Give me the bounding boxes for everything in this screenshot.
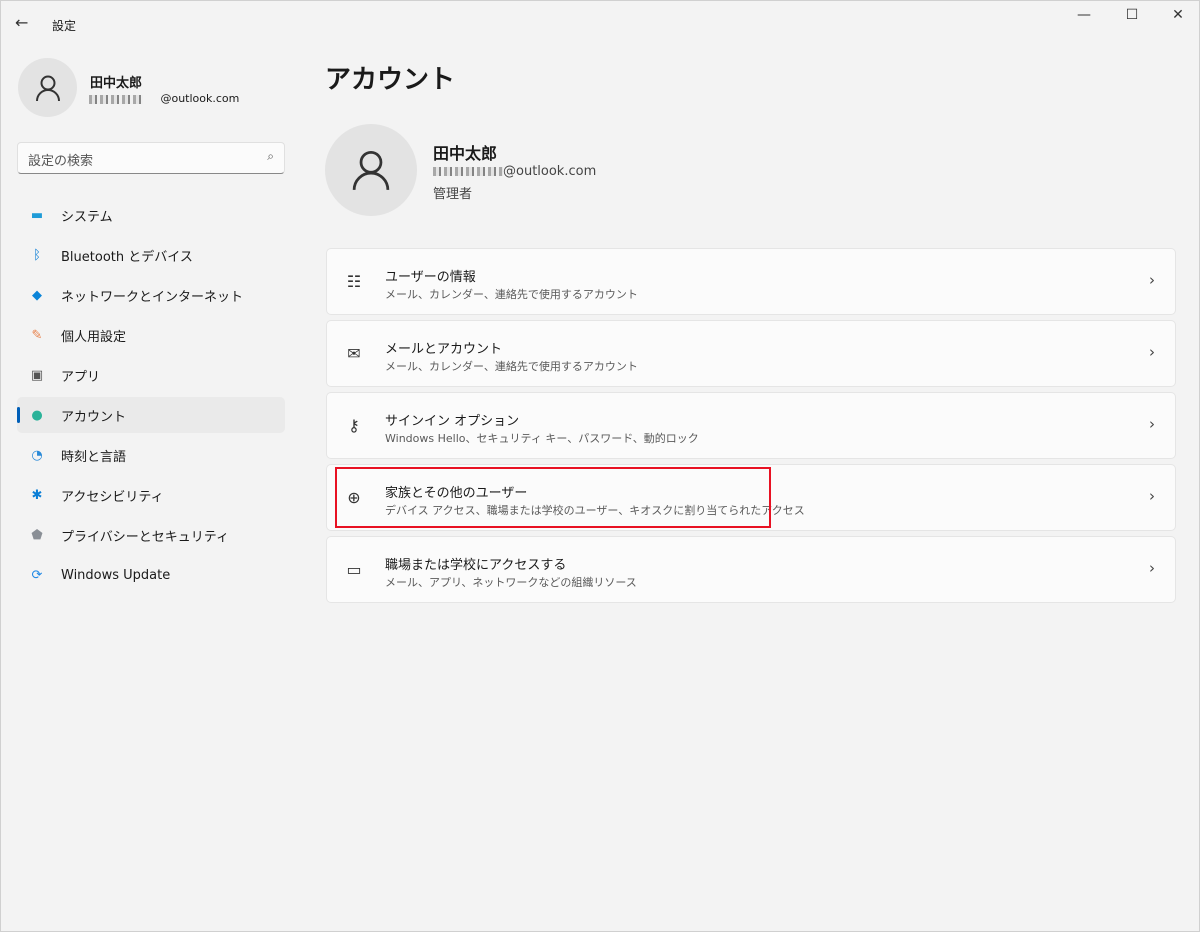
sidebar-item-9[interactable]: ⟳ Windows Update [17, 557, 285, 593]
person-icon [35, 75, 60, 101]
person-icon [352, 150, 390, 191]
key-icon: ⚷ [348, 416, 360, 435]
account-role: 管理者 [433, 187, 473, 202]
card-subtitle: デバイス アクセス、職場または学校のユーザー、キオスクに割り当てられたアクセス [385, 504, 805, 517]
maximize-button[interactable]: ☐ [1109, 7, 1155, 29]
card-subtitle: メール、アプリ、ネットワークなどの組織リソース [385, 576, 637, 589]
user-email: @outlook.com [89, 92, 239, 105]
sidebar-item-8[interactable]: ⬟ プライバシーとセキュリティ [17, 517, 285, 553]
chevron-right-icon: › [1149, 487, 1155, 505]
chevron-right-icon: › [1149, 343, 1155, 361]
card-title: 職場または学校にアクセスする [385, 558, 567, 573]
accessibility-icon: ✱ [31, 487, 43, 503]
sidebar-item-7[interactable]: ✱ アクセシビリティ [17, 477, 285, 513]
update-icon: ⟳ [31, 567, 43, 583]
back-arrow-icon[interactable]: ← [15, 13, 28, 32]
card-title: メールとアカウント [385, 342, 503, 357]
sidebar-item-2[interactable]: ◆ ネットワークとインターネット [17, 277, 285, 313]
sidebar-item-label: 個人用設定 [61, 329, 127, 345]
account-icon: ● [31, 407, 43, 423]
card-1[interactable]: ✉ メールとアカウントメール、カレンダー、連絡先で使用するアカウント › [326, 320, 1176, 387]
card-title: 家族とその他のユーザー [385, 486, 528, 501]
mail-icon: ✉ [347, 344, 361, 363]
account-email: @outlook.com [433, 164, 596, 179]
user-info-icon: ☷ [346, 272, 362, 291]
card-4[interactable]: ▭ 職場または学校にアクセスするメール、アプリ、ネットワークなどの組織リソース › [326, 536, 1176, 603]
card-subtitle: メール、カレンダー、連絡先で使用するアカウント [385, 360, 638, 373]
redacted-email [89, 94, 143, 104]
card-title: ユーザーの情報 [385, 270, 476, 285]
sidebar-item-label: プライバシーとセキュリティ [61, 529, 229, 545]
sidebar-item-label: Windows Update [61, 567, 171, 583]
card-title: サインイン オプション [385, 414, 520, 429]
chevron-right-icon: › [1149, 415, 1155, 433]
chevron-right-icon: › [1149, 271, 1155, 289]
page-title: アカウント [325, 65, 456, 95]
app-title: 設定 [52, 19, 77, 33]
search-placeholder: 設定の検索 [28, 154, 94, 169]
wifi-icon: ◆ [32, 287, 42, 303]
title-bar: ← 設定 — ☐ ✕ [1, 1, 1200, 49]
sidebar-item-label: アカウント [61, 409, 127, 425]
chevron-right-icon: › [1149, 559, 1155, 577]
user-name: 田中太郎 [90, 76, 143, 91]
email-domain: @outlook.com [503, 164, 597, 179]
briefcase-icon: ▭ [346, 560, 362, 579]
card-subtitle: Windows Hello、セキュリティ キー、パスワード、動的ロック [385, 432, 699, 445]
sidebar-item-1[interactable]: ᛒ Bluetooth とデバイス [17, 237, 285, 273]
sidebar-item-6[interactable]: ◔ 時刻と言語 [17, 437, 285, 473]
avatar[interactable] [18, 58, 77, 117]
sidebar-item-label: ネットワークとインターネット [61, 289, 244, 305]
redacted-email [433, 167, 503, 176]
add-user-icon: ⊕ [347, 488, 361, 507]
brush-icon: ✎ [31, 327, 43, 343]
card-2[interactable]: ⚷ サインイン オプション Windows Hello、セキュリティ キー、パスワー… [326, 392, 1176, 459]
sidebar-item-label: アプリ [61, 369, 101, 385]
apps-icon: ▣ [30, 367, 44, 383]
sidebar-item-4[interactable]: ▣ アプリ [17, 357, 285, 393]
card-3[interactable]: ⊕ 家族とその他のユーザーデバイス アクセス、職場または学校のユーザー、キオスクに… [326, 464, 1176, 531]
system-icon: ▬ [30, 207, 44, 223]
minimize-button[interactable]: — [1061, 7, 1107, 29]
sidebar-item-label: Bluetooth とデバイス [61, 249, 193, 265]
sidebar-item-label: 時刻と言語 [61, 449, 127, 465]
close-button[interactable]: ✕ [1155, 7, 1200, 29]
search-icon: ⌕ [267, 149, 274, 163]
search-input[interactable]: 設定の検索 ⌕ [17, 142, 285, 174]
account-name: 田中太郎 [433, 144, 498, 163]
sidebar-item-5[interactable]: ● アカウント [17, 397, 285, 433]
email-domain: @outlook.com [160, 92, 240, 105]
account-avatar [325, 124, 417, 216]
bluetooth-icon: ᛒ [33, 247, 41, 263]
sidebar-item-3[interactable]: ✎ 個人用設定 [17, 317, 285, 353]
sidebar-item-label: システム [61, 209, 113, 225]
shield-icon: ⬟ [31, 527, 43, 543]
sidebar-item-0[interactable]: ▬ システム [17, 197, 285, 233]
card-subtitle: メール、カレンダー、連絡先で使用するアカウント [385, 288, 638, 301]
card-0[interactable]: ☷ ユーザーの情報メール、カレンダー、連絡先で使用するアカウント › [326, 248, 1176, 315]
sidebar-item-label: アクセシビリティ [61, 489, 164, 505]
clock-globe-icon: ◔ [31, 447, 43, 463]
